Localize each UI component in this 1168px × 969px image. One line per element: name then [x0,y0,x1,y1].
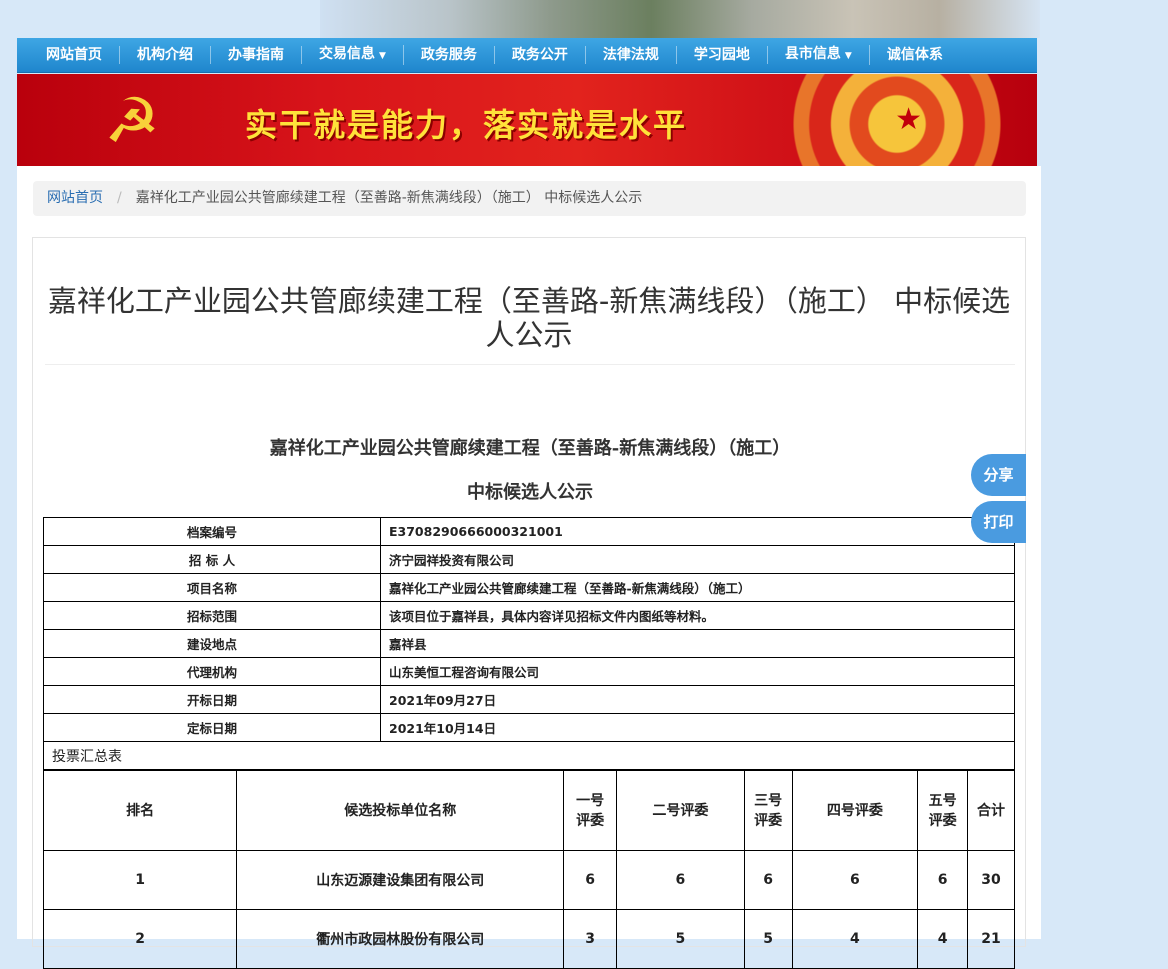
info-value: 2021年09月27日 [380,685,1015,714]
cell-company: 山东迈源建设集团有限公司 [236,850,565,910]
slogan-banner: ☭ 实干就是能力，落实就是水平 ★ [17,74,1037,166]
cell-judge-2: 5 [616,909,745,969]
info-value: 山东美恒工程咨询有限公司 [380,657,1015,686]
table-row: 招标范围 该项目位于嘉祥县，具体内容详见招标文件内图纸等材料。 [43,601,1015,630]
cell-judge-1: 6 [563,850,618,910]
info-label: 开标日期 [43,685,381,714]
nav-item-trade-info[interactable]: 交易信息 ▼ [302,45,404,65]
breadcrumb: 网站首页 / 嘉祥化工产业园公共管廊续建工程（至善路-新焦满线段）（施工） 中标候选… [33,181,1026,216]
vote-summary-label: 投票汇总表 [43,741,1015,770]
header-photo-strip [320,0,1040,38]
info-value: 2021年10月14日 [380,713,1015,742]
nav-item-about[interactable]: 机构介绍 [120,46,211,64]
cell-judge-3: 5 [743,909,793,969]
title-divider [45,364,1015,365]
table-header-row: 排名 候选投标单位名称 一号 评委 二号评委 三号 评委 四号评委 五号 评委 合计 [42,770,1015,851]
nav-item-credit[interactable]: 诚信体系 [870,46,960,64]
info-label: 建设地点 [43,629,381,658]
breadcrumb-home-link[interactable]: 网站首页 [47,190,103,206]
header-rank: 排名 [42,770,238,851]
table-row: 2 衢州市政园林股份有限公司 3 5 5 4 4 21 [42,909,1015,969]
info-label: 代理机构 [43,657,381,686]
header-judge-5: 五号 评委 [917,770,969,851]
page-title: 嘉祥化工产业园公共管廊续建工程（至善路-新焦满线段）（施工） 中标候选人公示 [47,284,1011,352]
cell-judge-2: 6 [616,850,745,910]
caret-down-icon: ▼ [844,51,852,61]
nav-item-laws[interactable]: 法律法规 [586,46,677,64]
table-row: 招 标 人济宁园祥投资有限公司 [43,545,1015,574]
nav-item-gov-public[interactable]: 政务公开 [495,46,586,64]
info-value: 该项目位于嘉祥县，具体内容详见招标文件内图纸等材料。 [380,601,1015,630]
info-label: 招 标 人 [43,545,381,574]
info-label: 档案编号 [43,517,381,546]
info-value: 济宁园祥投资有限公司 [380,545,1015,574]
nav-item-home[interactable]: 网站首页 [29,46,120,64]
nav-item-gov-service[interactable]: 政务服务 [404,46,495,64]
cell-judge-4: 4 [791,909,919,969]
nav-item-guide[interactable]: 办事指南 [211,46,302,64]
info-label: 招标范围 [43,601,381,630]
cell-company: 衢州市政园林股份有限公司 [236,909,565,969]
header-judge-2: 二号评委 [616,770,745,851]
caret-down-icon: ▼ [379,51,386,61]
table-row: 代理机构 山东美恒工程咨询有限公司 [43,657,1015,686]
project-info-table: 档案编号 E3708290666000321001 招 标 人济宁园祥投资有限公司… [43,517,1015,770]
table-row: 建设地点 嘉祥县 [43,629,1015,658]
table-row: 开标日期 2021年09月27日 [43,685,1015,714]
info-value: 嘉祥县 [380,629,1015,658]
breadcrumb-separator: / [117,190,122,206]
table-row: 1 山东迈源建设集团有限公司 6 6 6 6 6 30 [42,850,1015,910]
table-row: 定标日期 2021年10月14日 [43,713,1015,742]
nav-item-study[interactable]: 学习园地 [677,46,768,64]
cell-judge-5: 4 [917,909,969,969]
breadcrumb-current: 嘉祥化工产业园公共管廊续建工程（至善路-新焦满线段）（施工） 中标候选人公示 [135,190,643,206]
header-judge-3: 三号 评委 [743,770,793,851]
cell-judge-4: 6 [791,850,919,910]
nav-item-county-info[interactable]: 县市信息 ▼ [768,45,870,65]
star-icon: ★ [895,102,922,137]
table-row: 档案编号 E3708290666000321001 [43,517,1015,546]
info-value: E3708290666000321001 [380,517,1015,546]
main-navbar: 网站首页 机构介绍 办事指南 交易信息 ▼ 政务服务 政务公开 法律法规 学习园地… [17,38,1037,73]
info-label: 项目名称 [43,573,381,602]
cell-judge-1: 3 [563,909,618,969]
info-value: 嘉祥化工产业园公共管廊续建工程（至善路-新焦满线段）（施工） [380,573,1015,602]
cell-judge-3: 6 [743,850,793,910]
cell-total: 30 [967,850,1015,910]
cell-rank: 2 [42,909,238,969]
notice-subtitle: 嘉祥化工产业园公共管廊续建工程（至善路-新焦满线段）（施工） [269,438,791,459]
header-judge-1: 一号 评委 [563,770,618,851]
article-panel: 嘉祥化工产业园公共管廊续建工程（至善路-新焦满线段）（施工） 中标候选人公示 嘉… [32,237,1026,969]
header-total: 合计 [967,770,1015,851]
cell-judge-5: 6 [917,850,969,910]
party-emblem-icon: ☭ [104,84,160,157]
vote-summary-table: 排名 候选投标单位名称 一号 评委 二号评委 三号 评委 四号评委 五号 评委 合计 … [42,770,1015,969]
share-button[interactable]: 分享 [971,454,1026,496]
header-company: 候选投标单位名称 [236,770,565,851]
table-row: 投票汇总表 [43,741,1015,770]
notice-heading: 中标候选人公示 [467,482,593,503]
cell-total: 21 [967,909,1015,969]
info-label: 定标日期 [43,713,381,742]
header-judge-4: 四号评委 [791,770,919,851]
cell-rank: 1 [42,850,238,910]
table-row: 项目名称 嘉祥化工产业园公共管廊续建工程（至善路-新焦满线段）（施工） [43,573,1015,602]
print-button[interactable]: 打印 [971,501,1026,543]
main-content: 网站首页 / 嘉祥化工产业园公共管廊续建工程（至善路-新焦满线段）（施工） 中标候选… [17,166,1041,969]
banner-slogan: 实干就是能力，落实就是水平 [245,106,688,144]
